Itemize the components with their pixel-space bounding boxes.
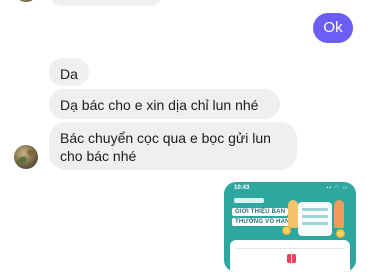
avatar-image-detail	[15, 155, 29, 166]
incoming-message-bubble[interactable]: Da	[49, 58, 89, 86]
screenshot-subheadline: THƯỞNG VÔ HẠN	[232, 218, 293, 226]
incoming-message-bubble[interactable]: Bác chuyển cọc qua e bọc gửi lun cho bác…	[49, 122, 297, 170]
sender-avatar[interactable]	[14, 145, 38, 169]
screenshot-brand-logo	[234, 198, 264, 203]
message-text: Bác chuyển cọc qua e bọc gửi lun cho bác…	[60, 130, 271, 164]
shared-image-attachment[interactable]: 10:43 ▪▪ ◠ ▭ GIỚI THIỆU BẠN THƯỞNG VÔ HẠ…	[224, 182, 356, 272]
outgoing-message-bubble[interactable]: Ok	[313, 13, 353, 43]
illustration-row	[302, 208, 328, 211]
avatar-image-detail	[26, 148, 37, 158]
illustration-row	[302, 222, 328, 225]
message-text: Dạ bác cho e xin dịa chỉ lun nhé	[60, 97, 259, 113]
illustration-person	[334, 200, 344, 228]
card-divider	[236, 248, 344, 249]
gift-icon	[287, 252, 296, 265]
message-text: Da	[60, 66, 78, 82]
screenshot-status-time: 10:43	[234, 185, 250, 191]
coin-icon	[282, 226, 291, 235]
previous-message-bubble	[50, 0, 162, 6]
sender-avatar-previous[interactable]	[14, 0, 38, 2]
incoming-message-bubble[interactable]: Dạ bác cho e xin dịa chỉ lun nhé	[49, 89, 280, 119]
screenshot-status-icons: ▪▪ ◠ ▭	[326, 185, 348, 191]
screenshot-content-card	[230, 240, 350, 272]
illustration-tablet	[298, 202, 332, 236]
coin-icon	[336, 229, 345, 238]
illustration-row	[302, 215, 328, 218]
screenshot-headline: GIỚI THIỆU BẠN	[232, 208, 289, 216]
illustration-person	[288, 200, 298, 228]
message-text: Ok	[323, 19, 343, 36]
